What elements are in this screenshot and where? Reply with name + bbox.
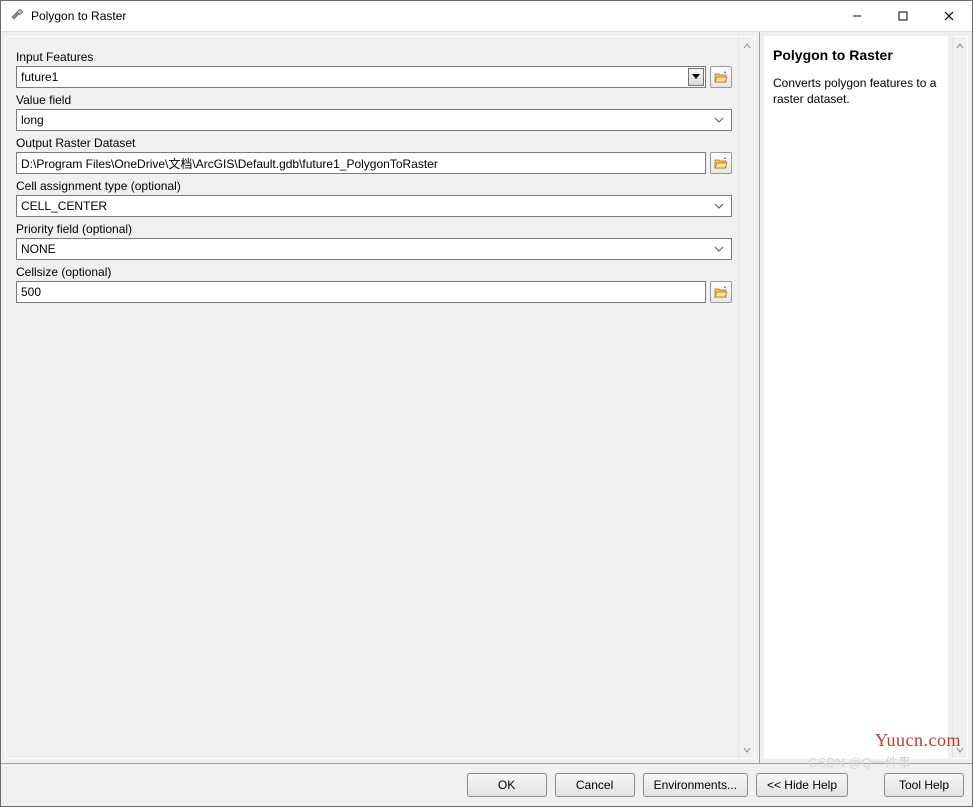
browse-button[interactable] xyxy=(710,281,732,303)
chevron-down-icon xyxy=(711,203,727,209)
value-field-label: Value field xyxy=(16,92,732,109)
priority-field-label: Priority field (optional) xyxy=(16,221,732,238)
cell-assignment-value: CELL_CENTER xyxy=(21,199,711,213)
browse-button[interactable] xyxy=(710,66,732,88)
client-area: Input Features future1 xyxy=(1,31,972,763)
hammer-icon xyxy=(9,8,25,24)
priority-field-select[interactable]: NONE xyxy=(16,238,732,260)
help-scrollbar[interactable] xyxy=(952,36,968,759)
help-pane: Polygon to Raster Converts polygon featu… xyxy=(764,36,948,759)
folder-open-icon xyxy=(714,71,728,83)
close-button[interactable] xyxy=(926,1,972,31)
help-title: Polygon to Raster xyxy=(773,47,939,63)
input-features-value: future1 xyxy=(21,70,686,84)
input-features-combo[interactable]: future1 xyxy=(16,66,706,88)
chevron-down-icon xyxy=(711,117,727,123)
minimize-button[interactable] xyxy=(834,1,880,31)
output-raster-label: Output Raster Dataset xyxy=(16,135,732,152)
cancel-button[interactable]: Cancel xyxy=(555,773,635,797)
value-field-select[interactable]: long xyxy=(16,109,732,131)
input-features-label: Input Features xyxy=(16,49,732,66)
window-title: Polygon to Raster xyxy=(31,9,834,23)
form-scrollbar[interactable] xyxy=(738,36,755,759)
environments-button[interactable]: Environments... xyxy=(643,773,748,797)
folder-open-icon xyxy=(714,286,728,298)
cell-assignment-label: Cell assignment type (optional) xyxy=(16,178,732,195)
cellsize-input[interactable] xyxy=(16,281,706,303)
dropdown-button[interactable] xyxy=(688,68,704,86)
browse-button[interactable] xyxy=(710,152,732,174)
watermark-csdn: CSDN @Q一件事 xyxy=(808,752,911,771)
chevron-down-icon xyxy=(711,246,727,252)
priority-field-value: NONE xyxy=(21,242,711,256)
output-raster-input[interactable] xyxy=(16,152,706,174)
value-field-value: long xyxy=(21,113,711,127)
scroll-up-icon[interactable] xyxy=(953,37,967,54)
cellsize-label: Cellsize (optional) xyxy=(16,264,732,281)
folder-open-icon xyxy=(714,157,728,169)
form-area: Input Features future1 xyxy=(5,36,738,759)
titlebar: Polygon to Raster xyxy=(1,1,972,31)
cell-assignment-select[interactable]: CELL_CENTER xyxy=(16,195,732,217)
maximize-button[interactable] xyxy=(880,1,926,31)
ok-button[interactable]: OK xyxy=(467,773,547,797)
app-window: Polygon to Raster Input Features future1 xyxy=(0,0,973,807)
scroll-down-icon[interactable] xyxy=(739,741,754,758)
hide-help-button[interactable]: << Hide Help xyxy=(756,773,848,797)
help-text: Converts polygon features to a raster da… xyxy=(773,75,939,107)
watermark-site: Yuucn.com xyxy=(875,730,961,751)
parameters-pane: Input Features future1 xyxy=(1,32,760,763)
tool-help-button[interactable]: Tool Help xyxy=(884,773,964,797)
scroll-up-icon[interactable] xyxy=(739,37,754,54)
